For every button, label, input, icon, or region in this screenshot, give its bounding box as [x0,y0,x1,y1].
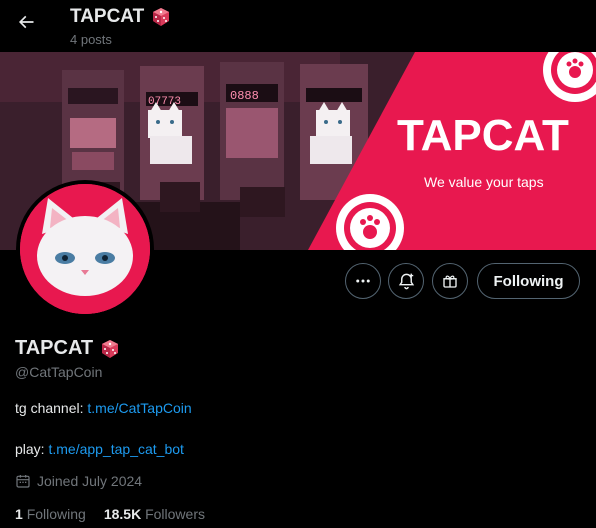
header-title-text: TAPCAT [70,6,145,27]
following-label: Following [26,506,86,522]
top-bar: TAPCAT 4 posts [0,0,596,52]
bio-link-play[interactable]: t.me/app_tap_cat_bot [48,441,183,457]
following-count: 1 [15,506,23,522]
followers-count: 18.5K [103,506,142,522]
white-cat-graphic-2 [310,102,352,164]
slot-display-2: 0888 [230,89,259,103]
bio-line-play: play: t.me/app_tap_cat_bot [15,441,184,457]
bell-plus-icon [398,273,414,289]
arrow-left-icon [18,15,34,29]
banner-tagline: We value your taps [424,174,544,190]
posts-count: 4 posts [70,32,112,47]
banner-brand-text: TAPCAT [397,111,569,160]
profile-name: TAPCAT [15,337,121,360]
bio-label-tg: tg channel: [15,400,88,416]
joined-date: Joined July 2024 [15,473,142,489]
gift-icon [443,275,457,288]
profile-handle: @CatTapCoin [15,364,103,380]
bio-label-play: play: [15,441,49,457]
notifications-button[interactable] [388,263,424,299]
following-button[interactable]: Following [477,263,580,299]
joined-text: Joined July 2024 [37,473,143,489]
bio-line-tg: tg channel: t.me/CatTapCoin [15,400,192,416]
more-dots-icon [356,279,370,283]
profile-name-text: TAPCAT [15,337,94,359]
follow-stats: 1 Following 18.5K Followers [15,506,205,522]
cat-avatar-image [20,184,150,314]
bio-link-tg[interactable]: t.me/CatTapCoin [87,400,191,416]
calendar-icon [16,475,30,488]
back-button[interactable] [10,6,42,38]
following-stat[interactable]: 1 Following [15,506,86,522]
dice-emoji-icon [102,339,119,358]
followers-label: Followers [145,506,205,522]
dice-emoji-icon [153,8,170,26]
followers-stat[interactable]: 18.5K Followers [104,506,205,522]
gift-button[interactable] [432,263,468,299]
more-options-button[interactable] [345,263,381,299]
avatar[interactable] [16,180,154,318]
header-title: TAPCAT [70,6,172,28]
